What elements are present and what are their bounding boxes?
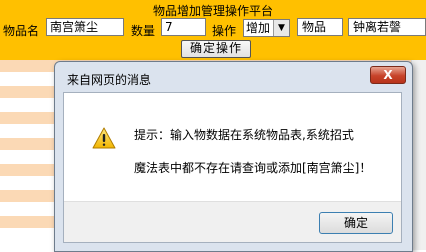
- panel-title: 物品增加管理操作平台: [152, 4, 273, 18]
- item-name-label: 物品名: [3, 24, 40, 38]
- item-field[interactable]: 物品: [297, 18, 343, 36]
- operation-selected-value: 增加: [246, 21, 271, 35]
- message-line-2: 魔法表中都不存在请查询或添加[南宫箫尘]！: [134, 161, 372, 175]
- close-icon: X: [383, 68, 393, 82]
- warning-icon: [92, 127, 116, 149]
- page-scrollbar[interactable]: [411, 60, 426, 250]
- dialog-title: 来自网页的消息: [67, 73, 152, 87]
- alert-dialog: 来自网页的消息 X 提示：输入物数据在系统物品表,系统招式 魔法表中都不存在请查…: [54, 61, 413, 252]
- quantity-label: 数量: [131, 24, 156, 38]
- ok-button[interactable]: 确定: [319, 212, 393, 234]
- close-button[interactable]: X: [370, 66, 406, 84]
- management-panel: 物品增加管理操作平台 物品名 南宫箫尘 数量 7 操作 增加 ▼ 物品 钟离若謦…: [0, 0, 426, 60]
- message-line-1: 提示：输入物数据在系统物品表,系统招式: [134, 128, 354, 142]
- confirm-operation-button[interactable]: 确定操作: [181, 40, 251, 58]
- dropdown-arrow-icon[interactable]: ▼: [273, 20, 289, 36]
- operation-label: 操作: [212, 24, 237, 38]
- dialog-body: 提示：输入物数据在系统物品表,系统招式 魔法表中都不存在请查询或添加[南宫箫尘]…: [63, 92, 402, 243]
- operation-select[interactable]: 增加 ▼: [243, 19, 290, 37]
- dialog-footer: 确定: [64, 201, 401, 242]
- item-value-input[interactable]: 钟离若謦: [348, 18, 426, 36]
- quantity-input[interactable]: 7: [161, 18, 206, 36]
- item-name-input[interactable]: 南宫箫尘: [46, 18, 124, 36]
